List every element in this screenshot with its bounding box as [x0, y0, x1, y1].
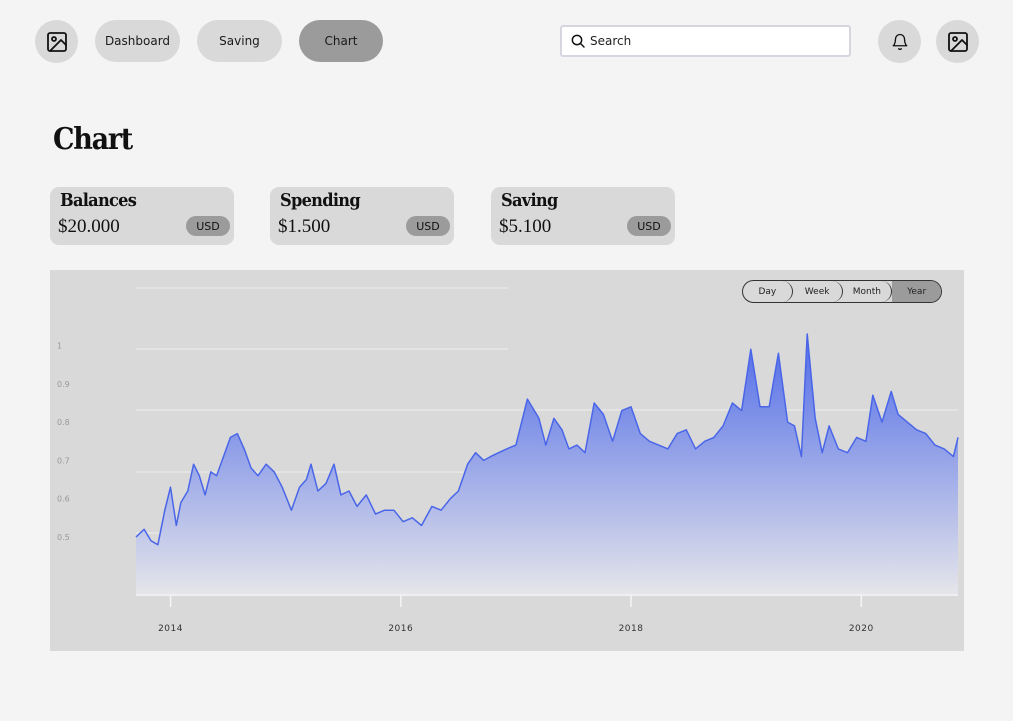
range-day[interactable]: Day	[743, 281, 793, 302]
y-tick-label: 0.7	[57, 456, 70, 465]
bell-icon	[892, 33, 907, 50]
range-year[interactable]: Year	[892, 281, 941, 302]
avatar-button[interactable]	[936, 20, 979, 63]
chart-panel: 2014 2016 2018 2020 0.5 0.6 0.7 0.8 0.9 1 Day Wee…	[50, 270, 964, 651]
y-tick-label: 0.6	[57, 495, 70, 504]
y-tick-label: 1	[57, 342, 62, 351]
y-tick-label: 0.5	[57, 533, 70, 542]
currency-badge[interactable]: USD	[627, 216, 671, 236]
nav-dashboard[interactable]: Dashboard	[95, 20, 180, 62]
y-tick-label: 0.8	[57, 418, 70, 427]
range-week[interactable]: Week	[793, 281, 843, 302]
card-label: Balances	[60, 190, 137, 211]
card-value: $20.000	[58, 216, 120, 237]
area-chart: 2014 2016 2018 2020 0.5 0.6 0.7 0.8 0.9 1	[57, 287, 959, 634]
image-icon	[46, 31, 67, 52]
card-label: Spending	[280, 190, 361, 211]
nav-saving[interactable]: Saving	[197, 20, 282, 62]
search-input[interactable]	[590, 34, 840, 48]
range-month[interactable]: Month	[843, 281, 893, 302]
balances-card: Balances $20.000 USD	[50, 187, 234, 245]
image-icon	[947, 31, 968, 52]
spending-card: Spending $1.500 USD	[270, 187, 454, 245]
x-tick-label: 2014	[158, 624, 183, 634]
search-bar[interactable]	[560, 25, 851, 57]
saving-card: Saving $5.100 USD	[491, 187, 675, 245]
page-title: Chart	[53, 122, 133, 157]
card-value: $1.500	[278, 216, 331, 237]
card-value: $5.100	[499, 216, 552, 237]
card-label: Saving	[501, 190, 558, 211]
notifications-button[interactable]	[878, 20, 921, 63]
x-tick-label: 2018	[619, 624, 644, 634]
search-icon	[571, 34, 585, 48]
currency-badge[interactable]: USD	[186, 216, 230, 236]
y-tick-label: 0.9	[57, 380, 70, 389]
logo-button[interactable]	[35, 20, 78, 63]
series-area	[136, 334, 958, 595]
x-tick-label: 2016	[388, 624, 413, 634]
range-toggle: Day Week Month Year	[742, 280, 942, 303]
currency-badge[interactable]: USD	[406, 216, 450, 236]
x-tick-label: 2020	[849, 624, 874, 634]
nav-chart[interactable]: Chart	[299, 20, 383, 62]
